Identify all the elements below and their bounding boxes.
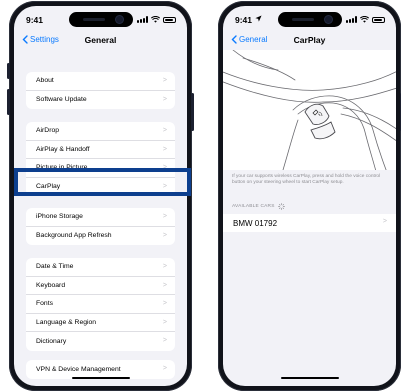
car-name: BMW 01792: [233, 218, 278, 228]
chevron-right-icon: >: [162, 182, 167, 190]
settings-item-keyboard[interactable]: Keyboard >: [26, 277, 175, 295]
settings-item-software-update[interactable]: Software Update >: [26, 91, 175, 110]
steering-wheel-illustration: [223, 50, 396, 170]
settings-item-fonts[interactable]: Fonts >: [26, 295, 175, 314]
chevron-right-icon: >: [382, 218, 387, 225]
chevron-right-icon: >: [162, 164, 167, 171]
chevron-right-icon: >: [162, 281, 167, 289]
settings-item-label: Software Update: [36, 96, 87, 104]
nav-bar: General CarPlay: [223, 32, 396, 50]
chevron-right-icon: >: [162, 95, 167, 103]
settings-item-airdrop[interactable]: AirDrop >: [26, 122, 175, 141]
status-time: 9:41: [235, 15, 253, 25]
chevron-right-icon: >: [162, 300, 167, 307]
spinner-icon: [277, 203, 285, 210]
section-header-label: AVAILABLE CARS: [232, 204, 275, 209]
available-cars-header: AVAILABLE CARS: [232, 203, 285, 210]
carplay-setup-caption: If your car supports wireless CarPlay, p…: [232, 174, 381, 186]
power-button: [191, 93, 194, 131]
settings-item-label: Language & Region: [36, 318, 97, 326]
location-arrow-icon: [255, 15, 262, 22]
settings-item-label: CarPlay: [36, 183, 61, 191]
settings-item-carplay[interactable]: CarPlay >: [26, 178, 175, 197]
wifi-icon: [360, 16, 369, 23]
signal-icon: [137, 16, 148, 23]
steering-wheel-drawing: [223, 50, 396, 170]
chevron-right-icon: >: [162, 77, 167, 84]
home-indicator: [71, 376, 130, 379]
dynamic-island: [68, 12, 133, 27]
volume-up-button: [7, 89, 10, 115]
settings-group-connectivity: AirDrop > AirPlay & Handoff > Picture in P…: [26, 122, 175, 196]
settings-item-label: VPN & Device Management: [36, 365, 121, 373]
settings-group-storage: iPhone Storage > Background App Refresh >: [26, 208, 175, 245]
wifi-icon: [151, 16, 160, 23]
settings-item-iphone-storage[interactable]: iPhone Storage >: [26, 208, 175, 227]
settings-item-label: Dictionary: [36, 337, 67, 345]
signal-icon: [346, 16, 357, 23]
dynamic-island: [277, 12, 342, 27]
home-indicator: [280, 376, 339, 379]
page-title: General: [84, 35, 117, 45]
settings-item-label: Background App Refresh: [36, 232, 112, 240]
side-button: [7, 63, 10, 79]
page-title: CarPlay: [293, 35, 326, 45]
settings-item-label: AirDrop: [36, 127, 60, 135]
settings-item-label: AirPlay & Handoff: [36, 145, 90, 153]
battery-icon: [372, 16, 385, 23]
chevron-right-icon: >: [162, 213, 167, 220]
settings-item-date-time[interactable]: Date & Time >: [26, 258, 175, 277]
chevron-right-icon: >: [162, 145, 167, 153]
settings-item-label: About: [36, 77, 54, 85]
settings-item-label: Fonts: [36, 300, 53, 308]
carplay-screen: 9:41 General CarPlay If your car support…: [223, 6, 396, 386]
settings-item-language-region[interactable]: Language & Region >: [26, 314, 175, 332]
settings-group-about: About > Software Update >: [26, 72, 175, 109]
iphone-frame-right: 9:41 General CarPlay If your car support…: [218, 1, 401, 391]
settings-item-about[interactable]: About >: [26, 72, 175, 91]
settings-item-picture-in-picture[interactable]: Picture in Picture >: [26, 159, 175, 178]
chevron-right-icon: >: [162, 127, 167, 134]
nav-bar: Settings General: [14, 32, 187, 50]
chevron-right-icon: >: [162, 337, 167, 344]
settings-item-dictionary[interactable]: Dictionary >: [26, 332, 175, 351]
car-item-bmw[interactable]: BMW 01792 >: [223, 214, 396, 232]
settings-item-label: Keyboard: [36, 281, 66, 289]
chevron-right-icon: >: [162, 365, 167, 372]
iphone-frame-left: 9:41 Settings General About > Software Up…: [7, 1, 194, 391]
settings-item-airplay-handoff[interactable]: AirPlay & Handoff >: [26, 141, 175, 159]
settings-group-locale: Date & Time > Keyboard > Fonts > Language &…: [26, 258, 175, 351]
chevron-right-icon: >: [162, 263, 167, 270]
settings-screen: 9:41 Settings General About > Software Up…: [14, 6, 187, 386]
settings-item-label: Date & Time: [36, 263, 74, 271]
chevron-right-icon: >: [162, 318, 167, 326]
settings-item-label: iPhone Storage: [36, 213, 83, 221]
battery-icon: [163, 16, 176, 23]
settings-item-label: Picture in Picture: [36, 164, 88, 172]
settings-item-background-app-refresh[interactable]: Background App Refresh >: [26, 227, 175, 246]
chevron-right-icon: >: [162, 231, 167, 239]
status-time: 9:41: [26, 15, 44, 25]
